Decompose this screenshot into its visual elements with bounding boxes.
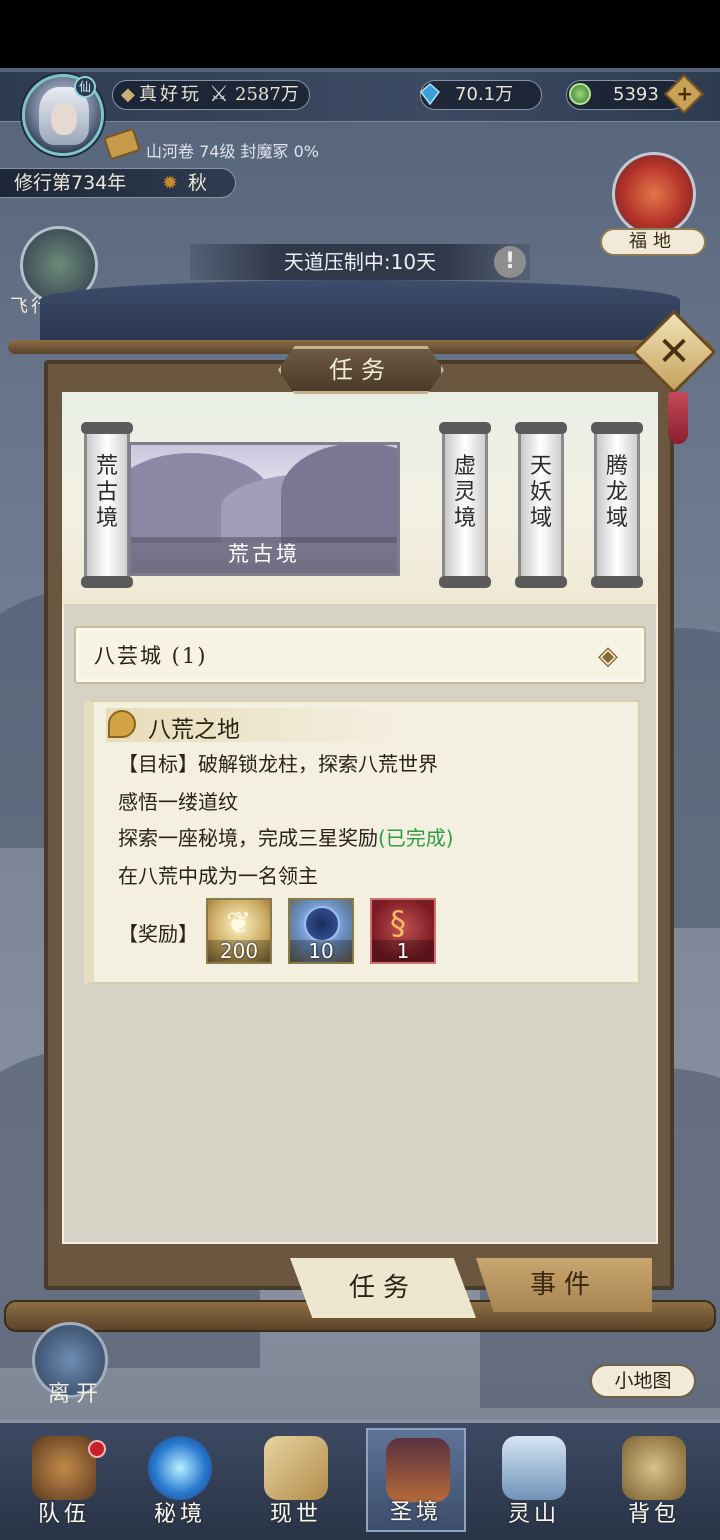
season-label: 秋 xyxy=(188,172,208,194)
reward-count: 1 xyxy=(372,940,434,962)
minimap-button[interactable]: 小地图 xyxy=(590,1364,696,1398)
notification-dot xyxy=(88,1440,106,1458)
quest-goal: 【目标】破解锁龙柱，探索八荒世界 xyxy=(118,752,438,776)
quest-step-1: 感悟一缕道纹 xyxy=(118,790,238,814)
reward-count: 200 xyxy=(208,940,270,962)
nav-spirit-mountain[interactable]: 灵山 xyxy=(478,1428,590,1532)
maple-leaf-icon: ✹ xyxy=(162,172,178,194)
region-tab-huangu[interactable]: 荒古境 xyxy=(81,422,133,588)
quest-step-2: 探索一座秘境，完成三星奖励(已完成) xyxy=(118,826,454,850)
panel-title: 任务 xyxy=(278,346,444,394)
bag-icon xyxy=(622,1436,686,1500)
tab-event[interactable]: 事件 xyxy=(476,1258,652,1312)
reward-feather[interactable]: ❦ 200 xyxy=(206,898,272,964)
player-name-pill: ◆ 真好玩 ⚔ 2587万 xyxy=(112,80,310,110)
reward-label: 【奖励】 xyxy=(118,922,198,946)
dragon-icon: § xyxy=(390,904,406,942)
vortex-icon xyxy=(148,1436,212,1500)
heaven-suppression-bar: 天道压制中:10天 xyxy=(190,244,530,280)
city-name: 八芸城 (1) xyxy=(94,644,208,668)
region-tab-tianyao[interactable]: 天妖域 xyxy=(515,422,567,588)
tassel-ornament xyxy=(668,392,688,444)
orb-icon xyxy=(304,906,340,942)
spirit-stone-icon xyxy=(419,83,441,105)
status-bar xyxy=(0,0,720,68)
cultivation-year: 修行第734年 xyxy=(14,172,127,194)
chevron-down-icon: ◈ xyxy=(598,641,618,671)
team-icon xyxy=(32,1436,96,1500)
mountain-icon xyxy=(502,1436,566,1500)
power-value: 2587万 xyxy=(235,84,299,105)
nav-secret-realm[interactable]: 秘境 xyxy=(124,1428,236,1532)
reward-orb[interactable]: 10 xyxy=(288,898,354,964)
region-banner: 荒古境 xyxy=(128,442,400,576)
blessed-land-icon[interactable] xyxy=(612,152,696,236)
power-icon: ⚔ xyxy=(209,82,229,107)
city-dropdown[interactable]: 八芸城 (1) ◈ xyxy=(74,626,646,684)
quest-step-3: 在八荒中成为一名领主 xyxy=(118,864,318,888)
tab-task[interactable]: 任务 xyxy=(290,1258,476,1318)
progress-line: 山河卷 74级 封魔冢 0% xyxy=(146,142,320,161)
region-tab-tenglong[interactable]: 腾龙域 xyxy=(591,422,643,588)
scroll-map-icon xyxy=(264,1436,328,1500)
feather-icon: ❦ xyxy=(226,906,252,941)
cultivation-year-bar: 修行第734年 ✹ 秋 xyxy=(0,168,236,198)
reward-count: 10 xyxy=(290,940,352,962)
completed-tag: (已完成) xyxy=(378,826,454,850)
pavilion-roof xyxy=(40,280,680,346)
region-banner-caption: 荒古境 xyxy=(131,537,397,573)
jade-value: 5393 xyxy=(613,84,659,105)
nav-holy-realm[interactable]: 圣境 xyxy=(366,1428,466,1532)
jade-icon xyxy=(569,83,591,105)
nav-backpack[interactable]: 背包 xyxy=(598,1428,710,1532)
leave-button[interactable]: 离开 xyxy=(48,1376,104,1408)
pavilion-icon xyxy=(386,1438,450,1502)
info-icon[interactable]: ! xyxy=(494,246,526,278)
quest-marker-icon xyxy=(108,710,136,738)
player-name: 真好玩 xyxy=(139,84,202,105)
spirit-stone-value: 70.1万 xyxy=(455,84,514,105)
immortal-badge: 仙 xyxy=(74,76,96,98)
spirit-stone-pill: 70.1万 xyxy=(419,80,542,110)
quest-title: 八荒之地 xyxy=(148,717,240,743)
blessed-land-button[interactable]: 福地 xyxy=(600,228,706,256)
reward-dragon[interactable]: § 1 xyxy=(370,898,436,964)
region-tab-xuling[interactable]: 虚灵境 xyxy=(439,422,491,588)
nav-mortal-world[interactable]: 现世 xyxy=(240,1428,352,1532)
